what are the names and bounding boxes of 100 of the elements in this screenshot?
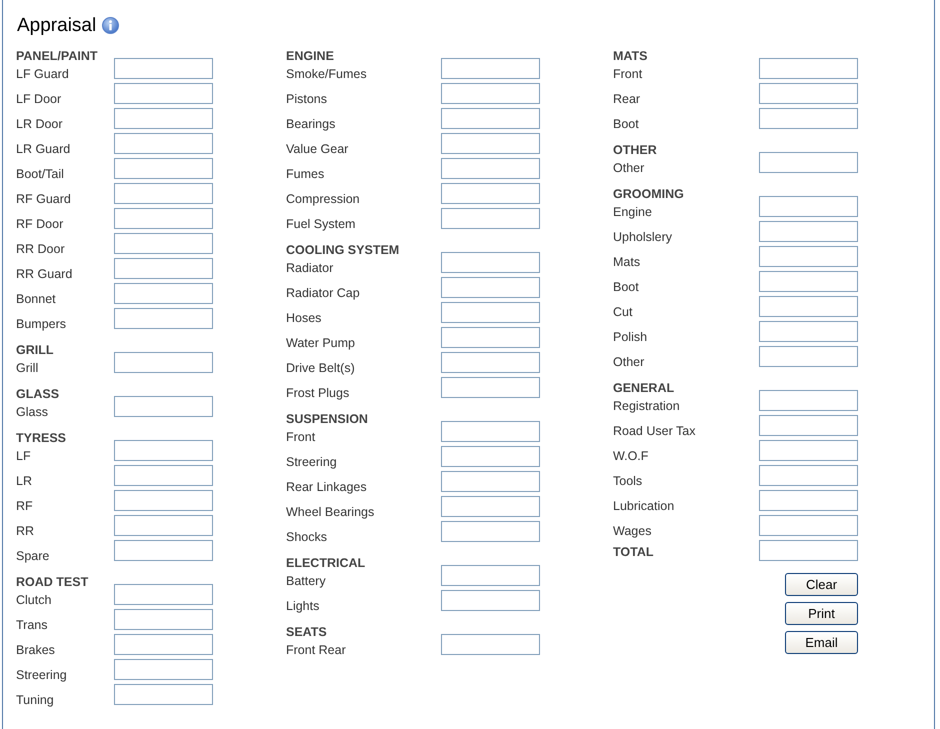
input-field[interactable] (759, 321, 858, 342)
input-field[interactable] (114, 158, 213, 179)
input-field[interactable] (759, 296, 858, 317)
input-field[interactable] (441, 471, 540, 492)
input-field[interactable] (759, 415, 858, 436)
action-button[interactable]: Email (785, 631, 858, 654)
input-field[interactable] (114, 108, 213, 129)
input-field[interactable] (441, 108, 540, 129)
input-field[interactable] (759, 246, 858, 267)
input-field[interactable] (114, 283, 213, 304)
input-field[interactable] (759, 490, 858, 511)
field-label: Other (613, 354, 646, 369)
input-field[interactable] (759, 58, 858, 79)
input-field[interactable] (441, 277, 540, 298)
field-label: RR Door (16, 241, 66, 256)
field-label: Tuning (16, 692, 55, 707)
section-heading: GLASS (16, 386, 60, 403)
input-field[interactable] (114, 58, 213, 79)
total-field[interactable] (759, 540, 858, 561)
input-field[interactable] (441, 446, 540, 467)
input-field[interactable] (114, 133, 213, 154)
field-label: Bonnet (16, 291, 57, 306)
field-label: Engine (613, 204, 653, 219)
input-field[interactable] (441, 83, 540, 104)
field-label: RR Guard (16, 266, 74, 281)
input-field[interactable] (759, 83, 858, 104)
field-label: Hoses (286, 310, 322, 325)
field-label: Registration (613, 398, 681, 413)
input-field[interactable] (114, 208, 213, 229)
input-field[interactable] (114, 258, 213, 279)
input-field[interactable] (441, 183, 540, 204)
input-field[interactable] (114, 183, 213, 204)
field-label: Polish (613, 329, 648, 344)
input-field[interactable] (114, 584, 213, 605)
action-button[interactable]: Clear (785, 573, 858, 596)
input-field[interactable] (759, 221, 858, 242)
input-field[interactable] (114, 308, 213, 329)
input-field[interactable] (441, 377, 540, 398)
input-field[interactable] (759, 515, 858, 536)
input-field[interactable] (114, 352, 213, 373)
input-field[interactable] (114, 490, 213, 511)
input-field[interactable] (441, 521, 540, 542)
input-field[interactable] (441, 208, 540, 229)
input-field[interactable] (441, 634, 540, 655)
input-field[interactable] (759, 271, 858, 292)
input-field[interactable] (759, 152, 858, 173)
input-field[interactable] (114, 396, 213, 417)
input-field[interactable] (441, 496, 540, 517)
section-heading: SEATS (286, 624, 328, 641)
input-field[interactable] (441, 158, 540, 179)
input-field[interactable] (114, 440, 213, 461)
input-field[interactable] (114, 684, 213, 705)
input-field[interactable] (114, 609, 213, 630)
field-label: Lubrication (613, 498, 676, 513)
input-field[interactable] (441, 252, 540, 273)
section-heading: GENERAL (613, 380, 676, 397)
field-label: Frost Plugs (286, 385, 350, 400)
section-heading: SUSPENSION (286, 411, 369, 428)
input-field[interactable] (759, 465, 858, 486)
field-label: LR Guard (16, 141, 72, 156)
field-label: LF Door (16, 91, 62, 106)
input-field[interactable] (759, 196, 858, 217)
field-label: Glass (16, 404, 49, 419)
input-field[interactable] (114, 233, 213, 254)
field-label: Streering (286, 454, 338, 469)
input-field[interactable] (441, 302, 540, 323)
section-heading: OTHER (613, 142, 658, 159)
input-field[interactable] (114, 465, 213, 486)
input-field[interactable] (114, 83, 213, 104)
input-field[interactable] (441, 421, 540, 442)
field-label: Bearings (286, 116, 336, 131)
field-label: Tools (613, 473, 644, 488)
action-button[interactable]: Print (785, 602, 858, 625)
input-field[interactable] (441, 352, 540, 373)
input-field[interactable] (114, 634, 213, 655)
field-label: Water Pump (286, 335, 356, 350)
input-field[interactable] (759, 346, 858, 367)
input-field[interactable] (441, 565, 540, 586)
input-field[interactable] (441, 58, 540, 79)
input-field[interactable] (114, 540, 213, 561)
input-field[interactable] (114, 659, 213, 680)
section-heading: ENGINE (286, 48, 335, 65)
input-field[interactable] (759, 108, 858, 129)
field-label: Battery (286, 573, 327, 588)
input-field[interactable] (441, 327, 540, 348)
info-icon[interactable] (102, 17, 120, 34)
section-heading: TYRESS (16, 430, 68, 447)
field-label: Grill (16, 360, 40, 375)
field-label: Value Gear (286, 141, 350, 156)
section-heading: PANEL/PAINT (16, 48, 98, 65)
section-heading: MATS (613, 48, 648, 65)
input-field[interactable] (759, 390, 858, 411)
input-field[interactable] (114, 515, 213, 536)
field-label: Other (613, 160, 646, 175)
field-label: Pistons (286, 91, 328, 106)
input-field[interactable] (441, 590, 540, 611)
input-field[interactable] (759, 440, 858, 461)
input-field[interactable] (441, 133, 540, 154)
field-label: LF Guard (16, 66, 70, 81)
field-label: Boot (613, 116, 640, 131)
